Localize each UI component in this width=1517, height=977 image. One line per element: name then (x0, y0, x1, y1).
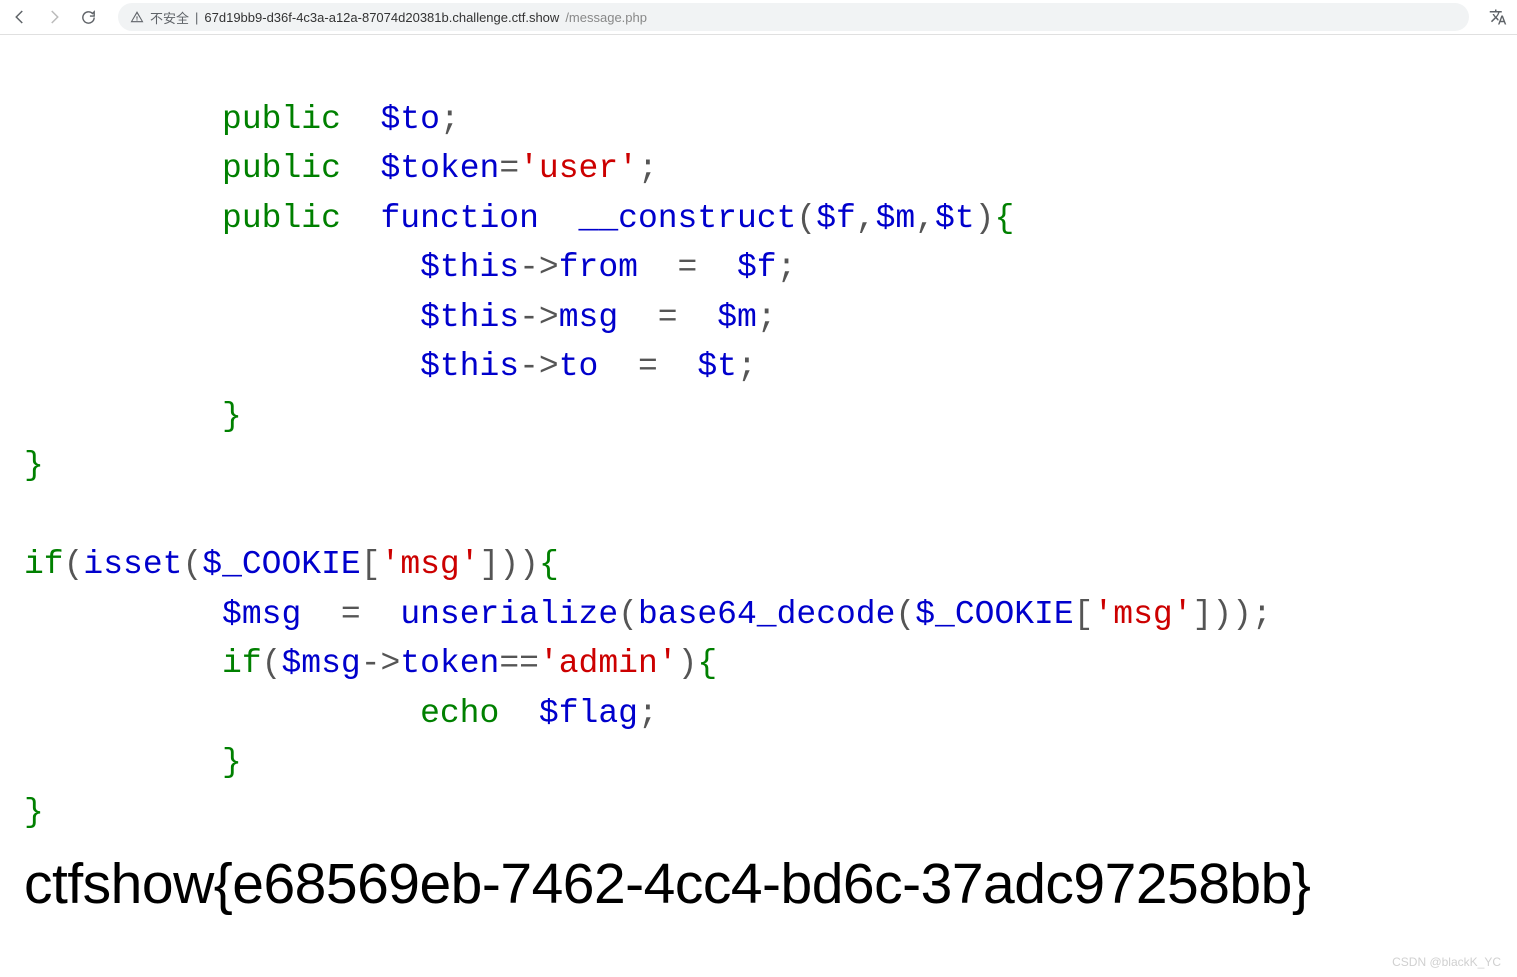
code-line: $this->from = $f; (24, 249, 796, 286)
code-line: $this->to = $t; (24, 348, 757, 385)
code-line: echo $flag; (24, 695, 658, 732)
forward-button[interactable] (42, 5, 66, 29)
code-line: if(isset($_COOKIE['msg'])){ (24, 546, 559, 583)
code-line: public $to; (24, 101, 460, 138)
browser-toolbar: 不安全 | 67d19bb9-d36f-4c3a-a12a-87074d2038… (0, 0, 1517, 35)
code-line: } (24, 398, 242, 435)
code-line (24, 497, 44, 534)
flag-output: ctfshow{e68569eb-7462-4cc4-bd6c-37adc972… (0, 851, 1517, 917)
translate-icon[interactable] (1487, 6, 1509, 28)
code-line: public function __construct($f,$m,$t){ (24, 200, 1014, 237)
code-line: if($msg->token=='admin'){ (24, 645, 717, 682)
url-separator: | (195, 10, 198, 25)
code-line: } (24, 794, 44, 831)
code-line: $msg = unserialize(base64_decode($_COOKI… (24, 596, 1272, 633)
code-content: public $to; public $token='user'; public… (0, 35, 1517, 837)
back-button[interactable] (8, 5, 32, 29)
insecure-warning-icon (130, 10, 144, 24)
code-line: } (24, 447, 44, 484)
code-line: } (24, 744, 242, 781)
url-host: 67d19bb9-d36f-4c3a-a12a-87074d20381b.cha… (204, 10, 559, 25)
code-line: $this->msg = $m; (24, 299, 777, 336)
reload-button[interactable] (76, 5, 100, 29)
code-line: public $token='user'; (24, 150, 658, 187)
insecure-label: 不安全 (150, 8, 189, 27)
watermark-text: CSDN @blackK_YC (1392, 955, 1501, 969)
url-path: /message.php (565, 10, 647, 25)
address-bar[interactable]: 不安全 | 67d19bb9-d36f-4c3a-a12a-87074d2038… (118, 3, 1469, 31)
